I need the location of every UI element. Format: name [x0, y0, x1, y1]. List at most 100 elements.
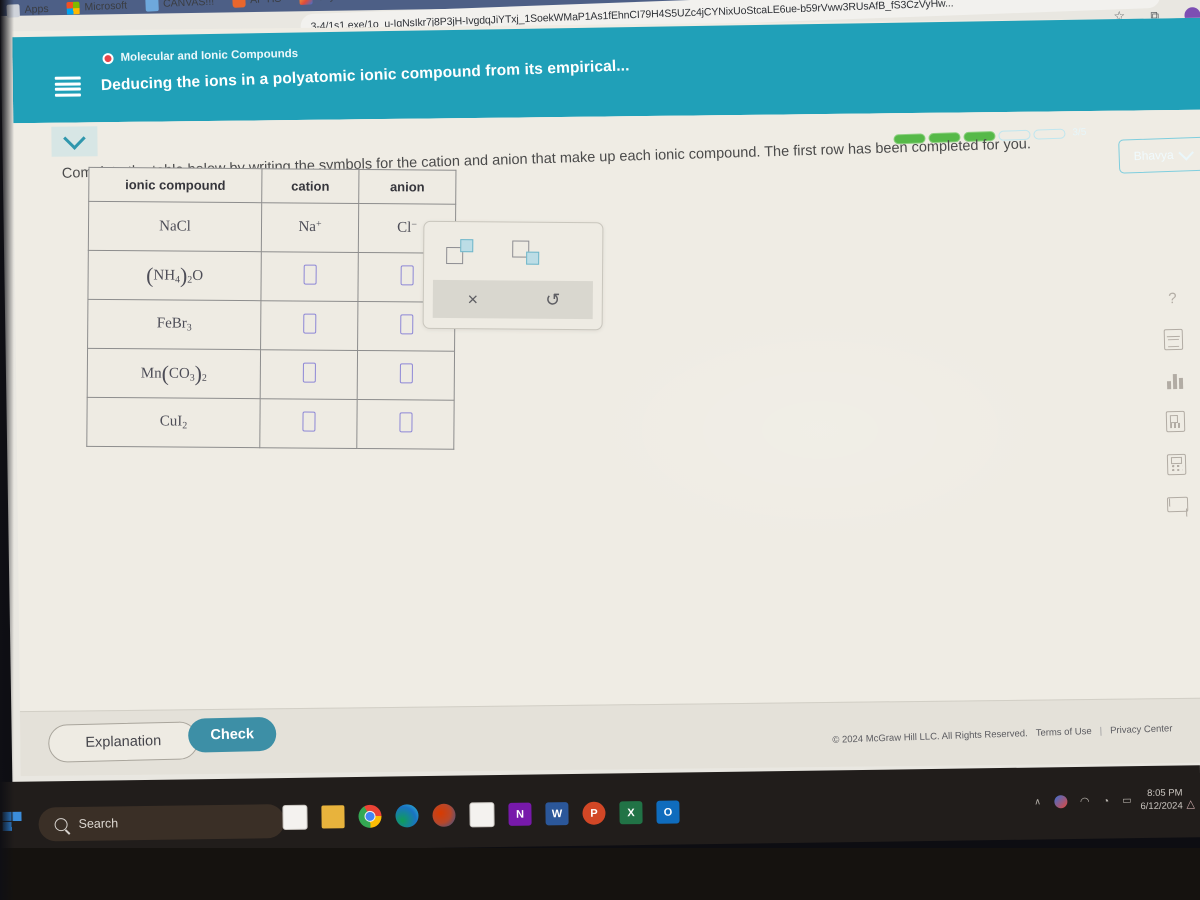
taskbar-apps: N W P X O	[282, 800, 680, 831]
clear-icon[interactable]: ×	[433, 289, 513, 309]
table-row: (NH4)2O	[87, 250, 456, 303]
formula-part: NH	[153, 267, 176, 284]
collapse-header-button[interactable]	[51, 126, 98, 157]
check-button[interactable]: Check	[187, 716, 277, 753]
aleks-page: Molecular and Ionic Compounds Deducing t…	[12, 17, 1200, 777]
chevron-down-icon	[1178, 144, 1194, 161]
formula-part: 3	[186, 322, 192, 334]
formula-part: (	[146, 262, 154, 287]
battery-icon[interactable]: ▭	[1122, 795, 1132, 806]
formula-part: FeBr	[156, 315, 187, 332]
table-row: FeBr3	[87, 299, 455, 352]
cell-cation-input[interactable]	[260, 300, 358, 351]
bookmark-label: CANVAS!!!	[162, 0, 215, 10]
bookmark-ap-hs[interactable]: AP HS	[231, 0, 282, 8]
search-input[interactable]: Search	[38, 804, 285, 842]
microsoft-icon	[66, 1, 80, 15]
edge-icon[interactable]	[395, 804, 419, 828]
tool-rail: ?	[1162, 290, 1189, 513]
periodic-table-icon[interactable]	[1165, 410, 1186, 433]
answer-input-box[interactable]	[301, 411, 316, 432]
clock-date: 6/12/2024	[1140, 800, 1183, 812]
topic-status-icon	[102, 52, 114, 64]
bookmark-label: Skyward	[317, 0, 358, 3]
footer-separator: |	[1099, 725, 1103, 737]
answer-input-box[interactable]	[399, 313, 413, 334]
snip-sketch-icon[interactable]	[469, 802, 495, 828]
palette-actions-row: × ↺	[432, 279, 593, 320]
reference-book-icon[interactable]	[1163, 328, 1184, 351]
excel-icon[interactable]: X	[619, 801, 643, 825]
formula-part: O	[192, 267, 204, 284]
user-menu[interactable]: Bhavya	[1118, 136, 1200, 174]
column-header-cation: cation	[261, 168, 359, 204]
office-icon[interactable]	[432, 803, 456, 827]
cell-cation-input[interactable]	[260, 251, 359, 302]
canvas-icon	[144, 0, 159, 12]
chrome-icon[interactable]	[358, 804, 382, 828]
answer-input-box[interactable]	[399, 362, 413, 383]
cell-cation-input[interactable]	[259, 398, 358, 449]
browser-window: tantrical Aleks - Google Se × + 3-4/1s1.…	[0, 0, 1200, 794]
bookmark-label: AP HS	[250, 0, 282, 6]
search-icon	[54, 817, 68, 831]
ionic-compound-table-wrapper: ionic compound cation anion NaCl Na+ Cl−…	[86, 166, 457, 450]
bar-chart-icon[interactable]	[1166, 372, 1183, 390]
cell-compound: CuI2	[86, 397, 261, 448]
cation-charge: +	[315, 218, 322, 230]
calculator-icon[interactable]	[1166, 453, 1187, 476]
mail-icon[interactable]	[1166, 496, 1189, 513]
file-explorer-icon[interactable]	[321, 805, 345, 829]
tray-expand-icon[interactable]: ∧	[1034, 796, 1041, 807]
math-tool-palette: × ↺	[422, 220, 604, 331]
wifi-icon[interactable]: ◠	[1080, 795, 1090, 808]
user-name-label: Bhavya	[1133, 147, 1174, 164]
outlook-icon[interactable]: O	[656, 800, 680, 824]
skyward-icon	[299, 0, 313, 5]
copilot-icon[interactable]	[1053, 795, 1068, 809]
bookmark-skyward[interactable]: Skyward	[299, 0, 358, 5]
cell-anion-input[interactable]	[356, 399, 455, 450]
clock[interactable]: 8:05 PM 6/12/2024	[1140, 787, 1183, 813]
superscript-icon[interactable]	[446, 238, 476, 265]
copyright-text: © 2024 McGraw Hill LLC. All Rights Reser…	[832, 728, 1028, 746]
answer-input-box[interactable]	[302, 313, 316, 334]
formula-part: CO	[168, 365, 190, 382]
palette-tools-row	[424, 222, 602, 281]
subscript-icon[interactable]	[512, 239, 542, 265]
search-placeholder: Search	[78, 816, 119, 831]
formula-part: CuI	[159, 413, 183, 430]
formula-part: 2	[201, 372, 207, 384]
bookmark-canvas[interactable]: CANVAS!!!	[144, 0, 215, 12]
terms-of-use-link[interactable]: Terms of Use	[1036, 726, 1092, 739]
cell-cation-input[interactable]	[260, 349, 358, 400]
hamburger-icon[interactable]	[54, 76, 81, 97]
screen-bezel	[0, 848, 1200, 900]
word-icon[interactable]: W	[545, 802, 569, 826]
cell-compound: (NH4)2O	[87, 250, 262, 301]
cell-compound: NaCl	[88, 201, 262, 252]
compound-formula: NaCl	[159, 217, 191, 235]
privacy-center-link[interactable]: Privacy Center	[1110, 723, 1173, 736]
table-row: NaCl Na+ Cl−	[88, 201, 456, 254]
snipping-tool-icon[interactable]	[282, 804, 308, 831]
answer-input-box[interactable]	[303, 264, 317, 285]
answer-input-box[interactable]	[302, 362, 316, 383]
action-bar: Explanation Check © 2024 McGraw Hill LLC…	[19, 697, 1200, 777]
cell-anion-input[interactable]	[357, 350, 455, 401]
bookmark-microsoft[interactable]: Microsoft	[66, 0, 127, 15]
table-body: NaCl Na+ Cl− (NH4)2O FeBr3 Mn(CO3)2 CuI2	[86, 201, 456, 450]
answer-input-box[interactable]	[400, 264, 414, 285]
answer-input-box[interactable]	[398, 411, 413, 432]
explanation-button[interactable]: Explanation	[47, 721, 199, 763]
powerpoint-icon[interactable]: P	[582, 801, 606, 825]
anion-symbol: Cl	[397, 220, 412, 237]
column-header-anion: anion	[358, 169, 456, 205]
volume-icon[interactable]: ◔	[1102, 795, 1109, 807]
help-icon[interactable]: ?	[1168, 290, 1177, 307]
onenote-icon[interactable]: N	[508, 802, 532, 826]
notifications-icon[interactable]: △	[1186, 797, 1195, 810]
bookmark-label: Microsoft	[84, 0, 128, 14]
cell-cation: Na+	[261, 202, 359, 253]
undo-icon[interactable]: ↺	[513, 290, 593, 310]
